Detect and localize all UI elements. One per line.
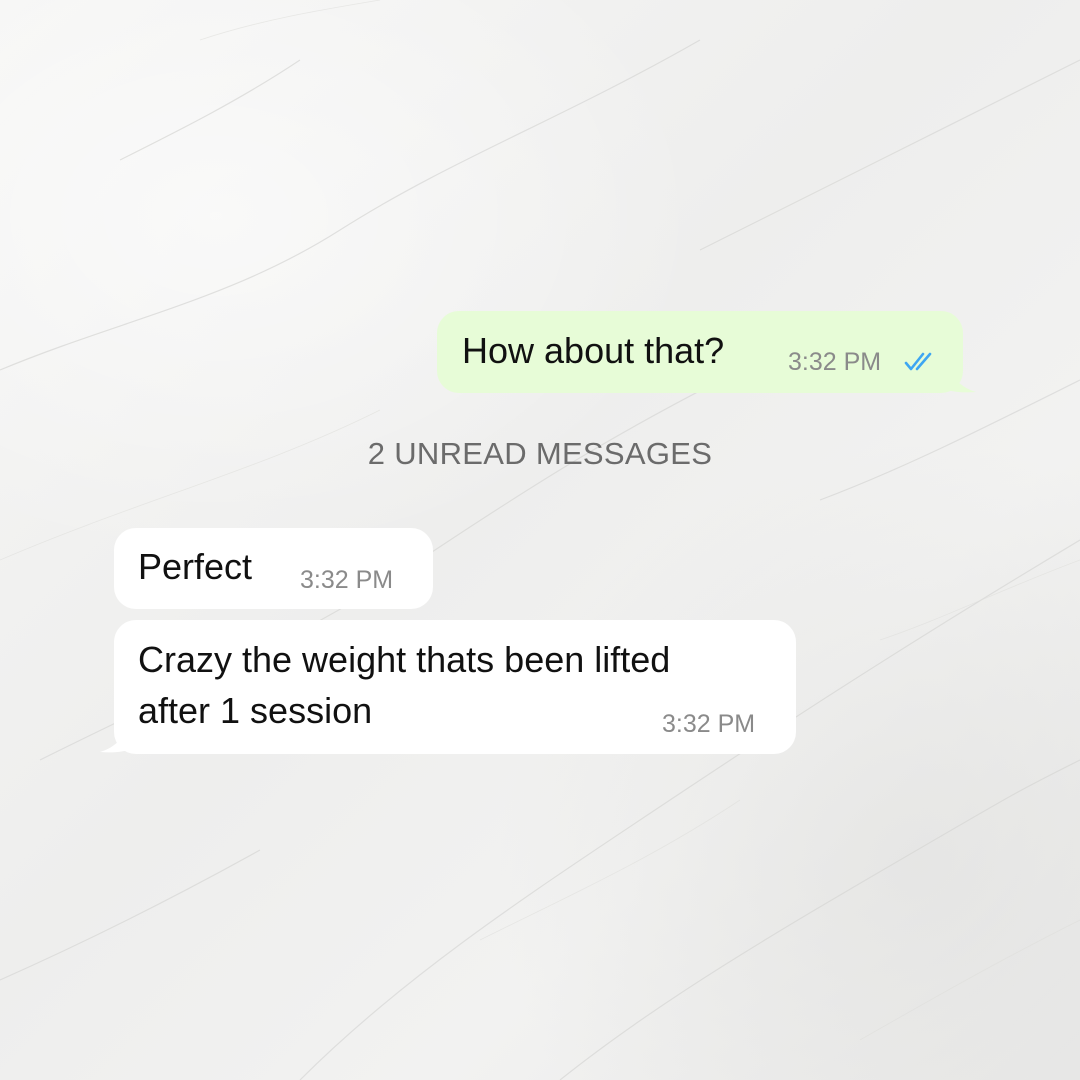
incoming-message-bubble[interactable]: Perfect 3:32 PM [114,528,433,609]
outgoing-message-bubble[interactable]: How about that? 3:32 PM [437,311,963,393]
message-timestamp: 3:32 PM [300,566,394,594]
message-text: How about that? [462,330,725,371]
message-text-line: after 1 session [138,690,373,731]
incoming-bubble-tail [100,726,128,753]
message-text-line: Crazy the weight thats been lifted [138,639,671,680]
message-text: Perfect [138,546,253,587]
message-timestamp: 3:32 PM [662,710,756,738]
message-timestamp: 3:32 PM [788,348,882,376]
unread-messages-divider: 2 UNREAD MESSAGES [367,436,713,471]
double-check-read-icon [904,350,940,379]
outgoing-bubble-tail [948,366,976,393]
incoming-message-bubble[interactable]: Crazy the weight thats been lifted after… [114,620,796,754]
